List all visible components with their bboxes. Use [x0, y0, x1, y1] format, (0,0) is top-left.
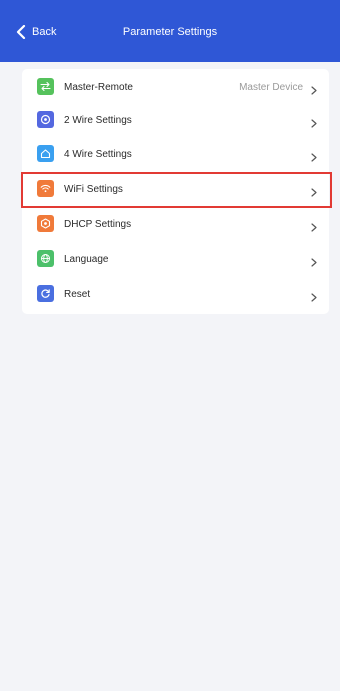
settings-item-reset[interactable]: Reset	[22, 279, 329, 309]
settings-item-dhcp[interactable]: DHCP Settings	[22, 209, 329, 239]
settings-item-label: Language	[64, 253, 109, 265]
wifi-icon	[37, 180, 54, 197]
settings-item-label: 4 Wire Settings	[64, 148, 132, 160]
reset-icon	[37, 285, 54, 302]
settings-item-wifi[interactable]: WiFi Settings	[22, 174, 329, 204]
house-icon	[37, 145, 54, 162]
hexagon-network-icon	[37, 215, 54, 232]
swap-arrows-icon	[37, 78, 54, 95]
chevron-right-icon	[311, 254, 317, 272]
settings-item-master-remote[interactable]: Master-Remote Master Device	[22, 72, 329, 102]
chevron-right-icon	[311, 82, 317, 100]
settings-item-label: DHCP Settings	[64, 218, 132, 230]
page-title: Parameter Settings	[122, 26, 218, 38]
settings-circle-icon	[37, 111, 54, 128]
settings-item-value: Master Device	[239, 81, 303, 93]
chevron-right-icon	[311, 184, 317, 202]
chevron-right-icon	[311, 289, 317, 307]
chevron-right-icon	[311, 149, 317, 167]
chevron-right-icon	[311, 115, 317, 133]
settings-item-label: 2 Wire Settings	[64, 114, 132, 126]
settings-item-4-wire[interactable]: 4 Wire Settings	[22, 139, 329, 169]
settings-list: Master-Remote Master Device 2 Wire Setti…	[22, 69, 329, 314]
globe-icon	[37, 250, 54, 267]
settings-item-2-wire[interactable]: 2 Wire Settings	[22, 105, 329, 135]
settings-item-label: Reset	[64, 288, 91, 300]
settings-item-label: Master-Remote	[64, 81, 133, 93]
nav-header: Back Parameter Settings	[0, 0, 340, 62]
chevron-right-icon	[311, 219, 317, 237]
settings-item-language[interactable]: Language	[22, 244, 329, 274]
settings-item-label: WiFi Settings	[64, 183, 123, 195]
